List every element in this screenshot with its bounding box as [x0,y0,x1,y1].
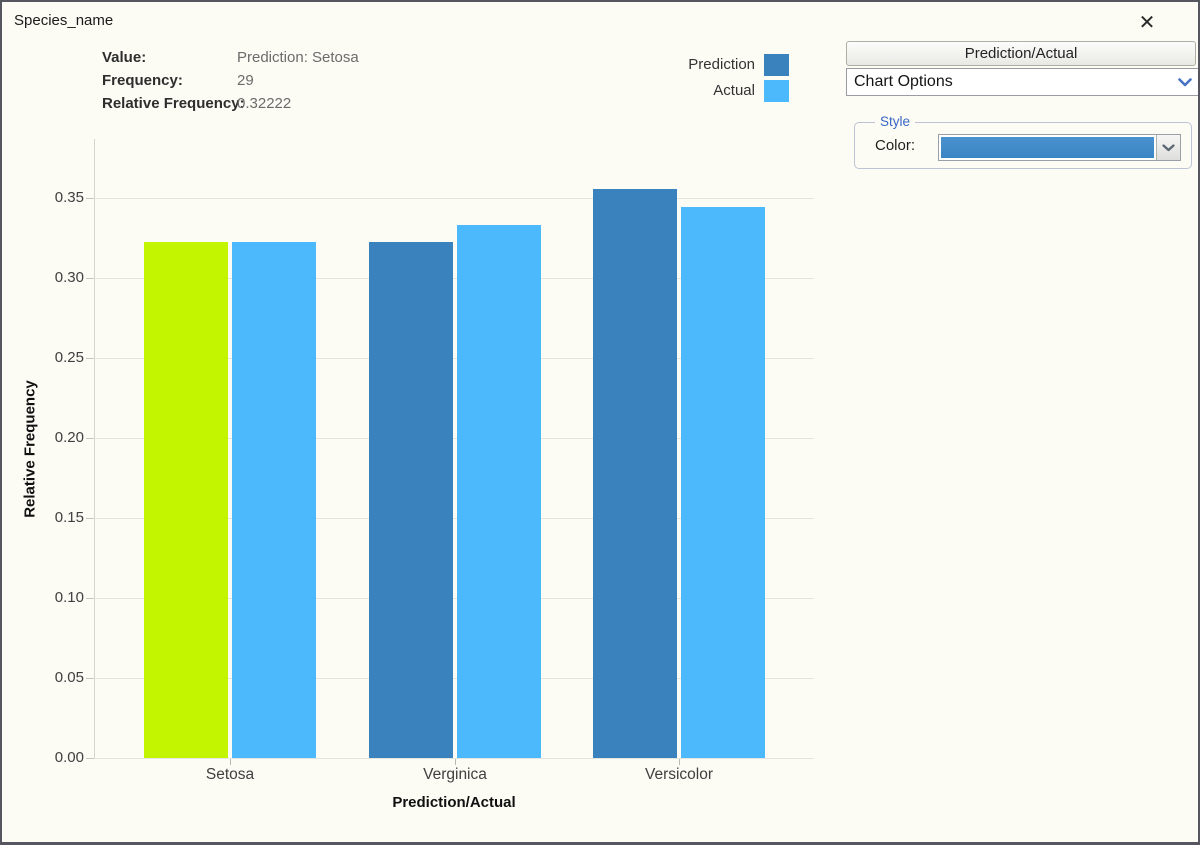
y-tick [86,758,94,759]
bar-setosa-prediction[interactable] [144,242,228,758]
close-button[interactable]: ✕ [1132,8,1162,36]
y-tick [86,358,94,359]
y-tick-label: 0.35 [32,189,84,206]
prediction-actual-button-label: Prediction/Actual [965,45,1078,62]
y-tick [86,198,94,199]
y-tick-label: 0.05 [32,669,84,686]
color-label: Color: [875,137,915,154]
y-tick [86,438,94,439]
y-tick-label: 0.00 [32,749,84,766]
chart-window: Species_name ✕ Value: Prediction: Setosa… [0,0,1200,845]
x-axis-title: Prediction/Actual [354,794,554,811]
y-axis-line [94,139,95,759]
y-axis-title: Relative Frequency [22,380,39,518]
x-tick [455,759,456,765]
color-dropdown[interactable] [938,134,1181,161]
y-tick [86,278,94,279]
x-tick-label: Setosa [160,766,300,784]
y-tick-label: 0.15 [32,509,84,526]
chart-options-dropdown[interactable]: Chart Options [846,68,1199,96]
bar-versicolor-actual[interactable] [681,207,765,758]
x-tick-label: Verginica [385,766,525,784]
y-tick-label: 0.20 [32,429,84,446]
prediction-actual-button[interactable]: Prediction/Actual [846,41,1196,66]
y-tick [86,518,94,519]
style-groupbox-title: Style [875,114,915,129]
gridline [94,198,814,199]
y-tick-label: 0.25 [32,349,84,366]
y-tick [86,598,94,599]
chevron-down-icon [1156,135,1180,160]
bar-verginica-actual[interactable] [457,225,541,758]
chart-options-dropdown-value: Chart Options [847,73,1172,91]
gridline [94,758,814,759]
close-icon: ✕ [1139,10,1156,35]
chevron-down-icon [1172,78,1198,87]
bar-setosa-actual[interactable] [232,242,316,758]
x-tick-label: Versicolor [609,766,749,784]
x-tick [230,759,231,765]
x-tick [679,759,680,765]
bar-chart: Relative Frequency 0.00 0.05 0.10 0.15 0.20 0… [2,2,832,845]
style-groupbox: Style Color: [854,122,1192,169]
bar-versicolor-prediction[interactable] [593,189,677,758]
y-tick-label: 0.10 [32,589,84,606]
y-tick [86,678,94,679]
y-tick-label: 0.30 [32,269,84,286]
color-swatch [941,137,1154,158]
bar-verginica-prediction[interactable] [369,242,453,758]
